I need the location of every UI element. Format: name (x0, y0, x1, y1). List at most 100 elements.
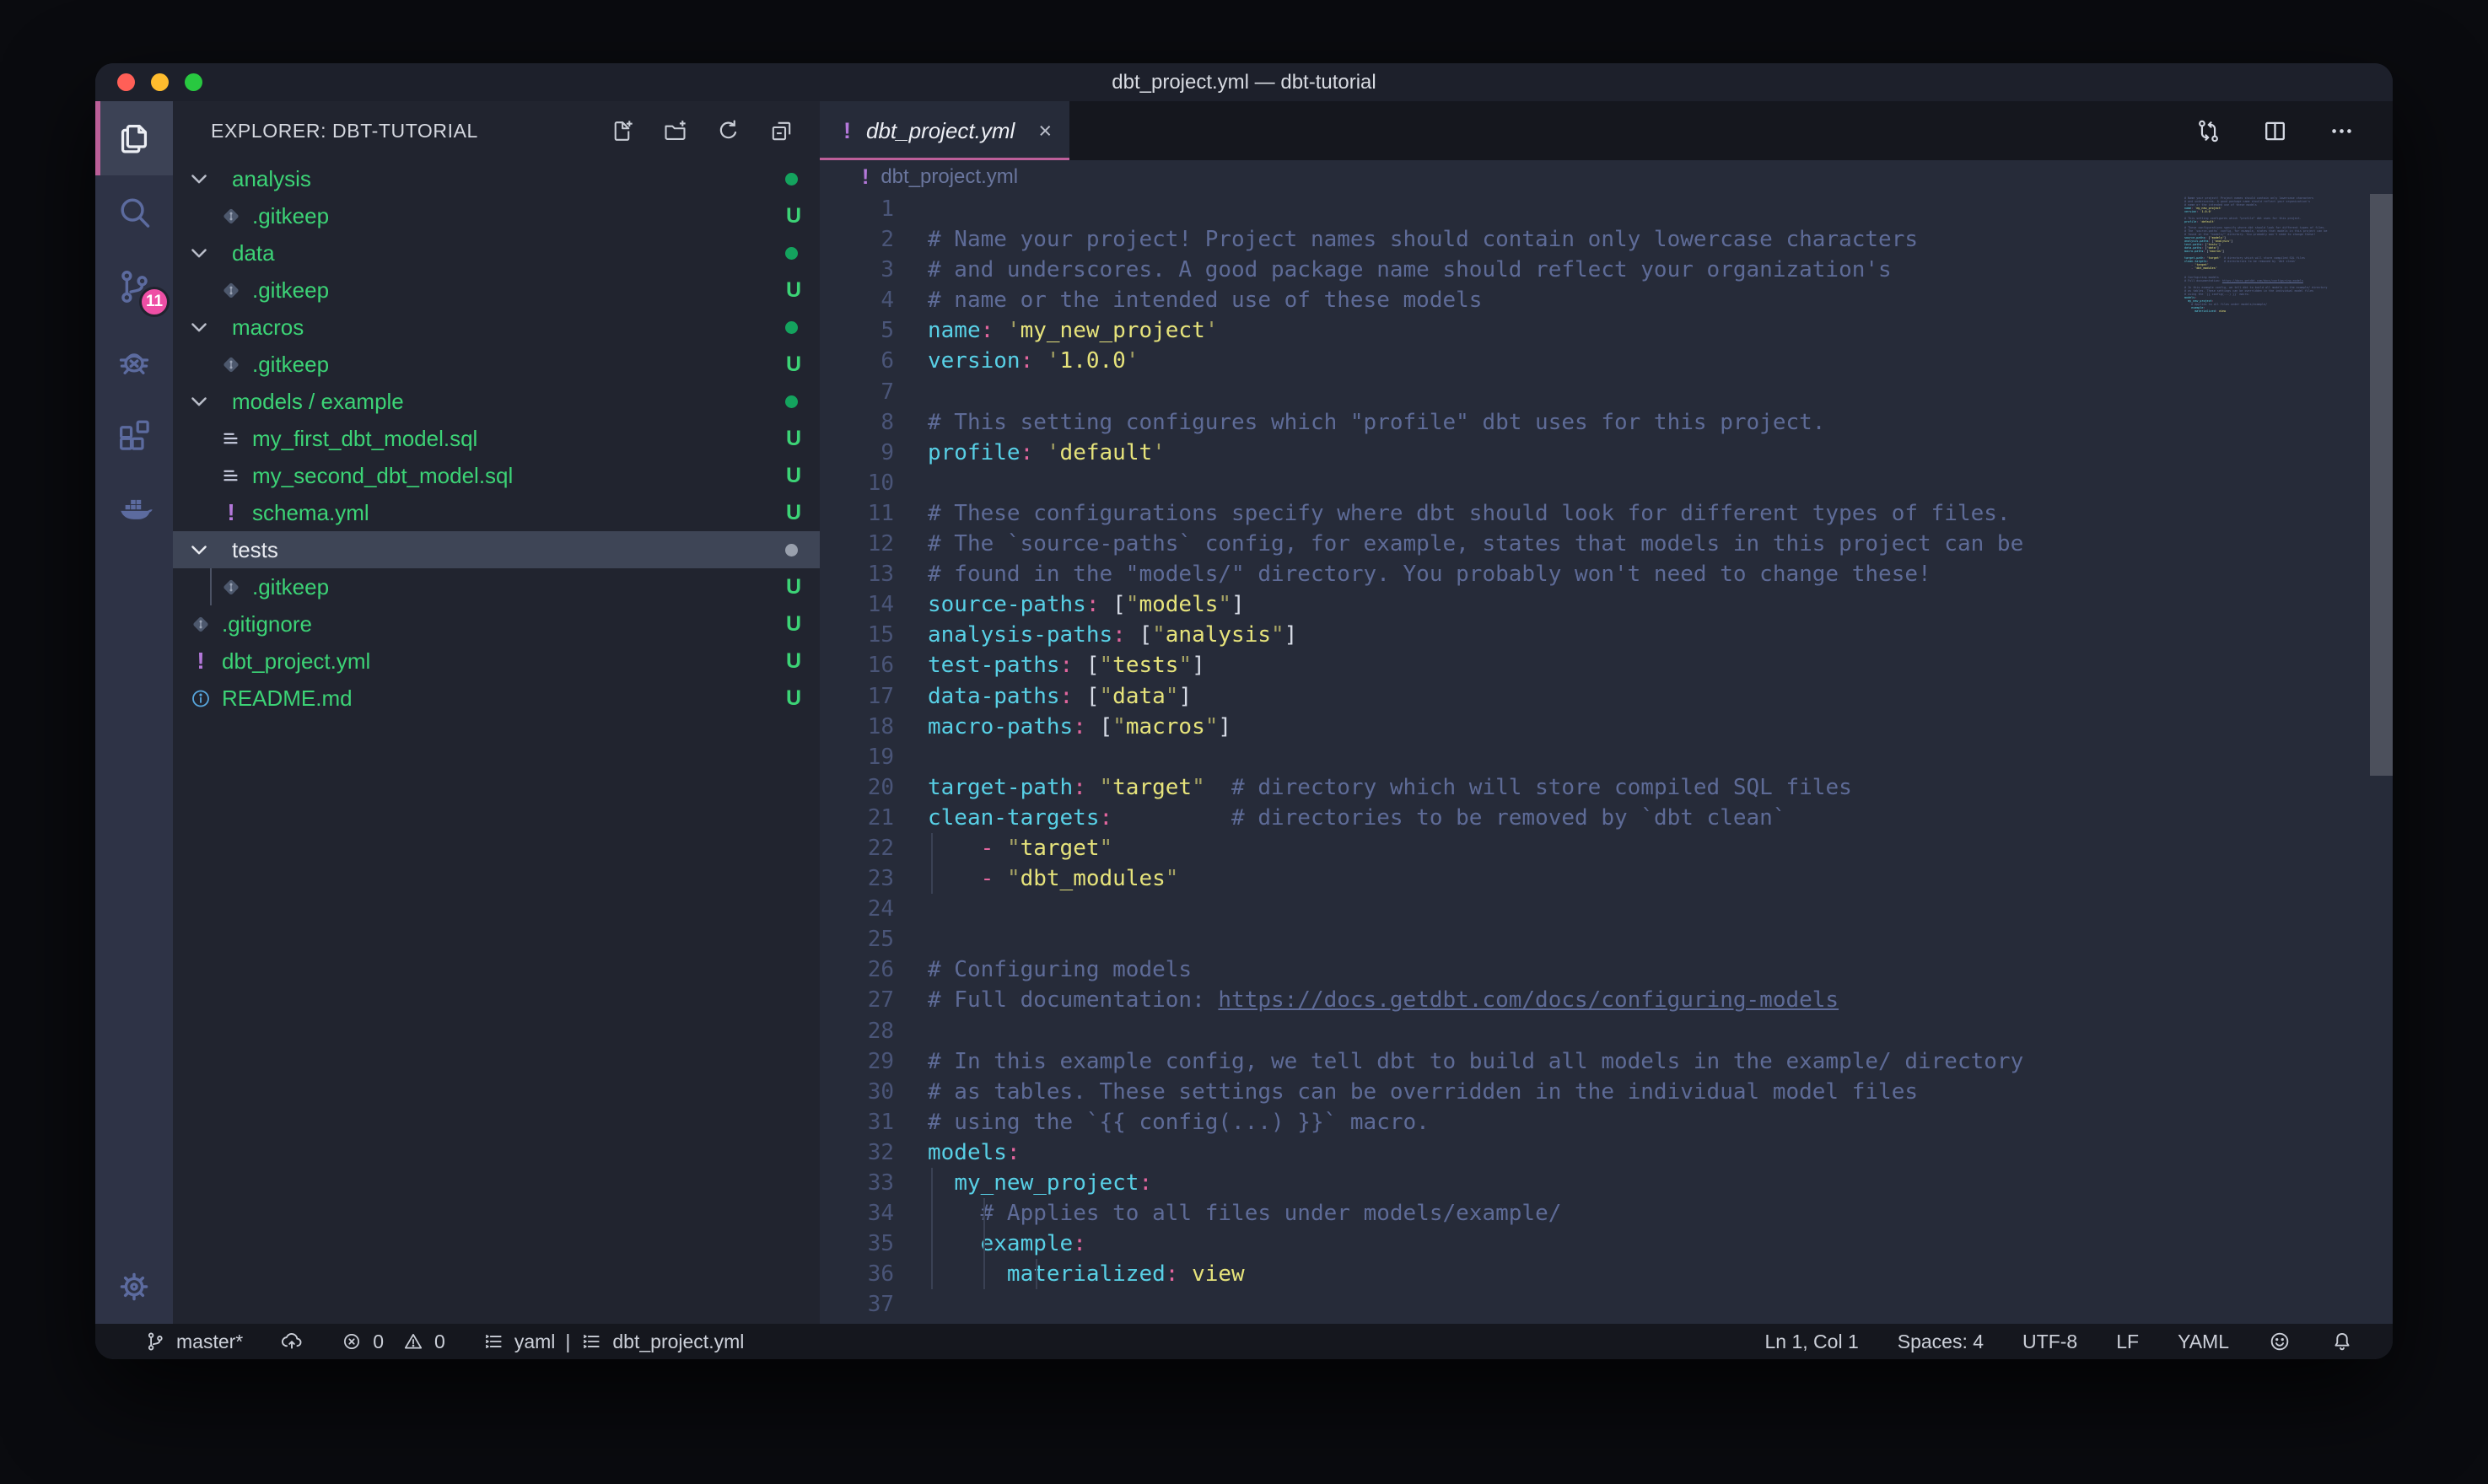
git-status-badge: U (786, 352, 801, 377)
language-mode-item[interactable]: YAML (2178, 1331, 2229, 1353)
doc-link[interactable]: https://docs.getdbt.com/docs/configuring… (1218, 987, 1839, 1013)
close-tab-icon[interactable]: × (1038, 118, 1052, 144)
minimap[interactable]: # Name your project! Project names shoul… (2184, 194, 2370, 317)
line-number: 13 (820, 559, 894, 589)
code-line-10[interactable]: 10 (820, 468, 2393, 498)
code-line-4[interactable]: 4# name or the intended use of these mod… (820, 285, 2393, 315)
scrollbar-thumb[interactable] (2370, 194, 2393, 776)
git-status-badge: U (786, 278, 801, 303)
tree-item-models-example[interactable]: models / example (173, 383, 820, 420)
feedback-smiley-icon[interactable] (2268, 1330, 2291, 1353)
code-line-20[interactable]: 20target-path: "target" # directory whic… (820, 772, 2393, 803)
code-line-19[interactable]: 19 (820, 742, 2393, 772)
tree-item-tests[interactable]: tests (173, 531, 820, 568)
code-line-35[interactable]: 35 example: (820, 1229, 2393, 1259)
line-number: 24 (820, 894, 894, 924)
tree-item-readme-md[interactable]: README.mdU (173, 680, 820, 717)
code-line-18[interactable]: 18macro-paths: ["macros"] (820, 712, 2393, 742)
breadcrumb[interactable]: ! dbt_project.yml (820, 160, 2393, 194)
new-folder-icon[interactable] (662, 118, 688, 144)
eol-item[interactable]: LF (2116, 1331, 2139, 1353)
code-line-25[interactable]: 25 (820, 924, 2393, 954)
refresh-icon[interactable] (715, 118, 741, 144)
tree-item-my-first-dbt-model-sql[interactable]: my_first_dbt_model.sqlU (173, 420, 820, 457)
tree-item-data[interactable]: data (173, 234, 820, 272)
code-line-16[interactable]: 16test-paths: ["tests"] (820, 650, 2393, 680)
tree-item-schema-yml[interactable]: !schema.ymlU (173, 494, 820, 531)
code-editor[interactable]: 12# Name your project! Project names sho… (820, 194, 2393, 1324)
tree-item-my-second-dbt-model-sql[interactable]: my_second_dbt_model.sqlU (173, 457, 820, 494)
activity-search-button[interactable] (95, 175, 173, 250)
code-line-3[interactable]: 3# and underscores. A good package name … (820, 255, 2393, 285)
search-icon (115, 193, 153, 232)
split-editor-icon[interactable] (2261, 117, 2289, 145)
sync-status-item[interactable] (280, 1330, 304, 1353)
activity-run-debug-button[interactable] (95, 324, 173, 398)
code-line-9[interactable]: 9profile: 'default' (820, 438, 2393, 468)
tree-item-dbt-project-yml[interactable]: !dbt_project.ymlU (173, 643, 820, 680)
tree-item-analysis[interactable]: analysis (173, 160, 820, 197)
new-file-icon[interactable] (609, 118, 635, 144)
activity-explorer-button[interactable] (95, 101, 173, 175)
code-line-33[interactable]: 33 my_new_project: (820, 1168, 2393, 1198)
warning-count: 0 (434, 1331, 445, 1353)
code-line-14[interactable]: 14source-paths: ["models"] (820, 589, 2393, 620)
minimize-window-button[interactable] (151, 73, 169, 91)
activity-source-control-button[interactable]: 11 (95, 250, 173, 324)
git-status-badge: U (786, 612, 801, 637)
tree-item--gitignore[interactable]: .gitignoreU (173, 605, 820, 643)
problems-status-item[interactable]: 0 0 (341, 1331, 445, 1353)
indentation-item[interactable]: Spaces: 4 (1898, 1331, 1984, 1353)
code-line-17[interactable]: 17data-paths: ["data"] (820, 681, 2393, 712)
code-line-7[interactable]: 7 (820, 377, 2393, 407)
code-line-12[interactable]: 12# The `source-paths` config, for examp… (820, 529, 2393, 559)
code-line-24[interactable]: 24 (820, 894, 2393, 924)
encoding-item[interactable]: UTF-8 (2022, 1331, 2077, 1353)
notifications-bell-icon[interactable] (2330, 1330, 2354, 1353)
cursor-position-item[interactable]: Ln 1, Col 1 (1765, 1331, 1859, 1353)
tree-item--gitkeep[interactable]: .gitkeepU (173, 346, 820, 383)
tree-item--gitkeep[interactable]: .gitkeepU (173, 272, 820, 309)
collapse-folders-icon[interactable] (768, 118, 794, 144)
code-line-13[interactable]: 13# found in the "models/" directory. Yo… (820, 559, 2393, 589)
tree-item--gitkeep[interactable]: .gitkeepU (173, 568, 820, 605)
dbt-status-item[interactable]: yaml | dbt_project.yml (482, 1331, 745, 1353)
code-line-15[interactable]: 15analysis-paths: ["analysis"] (820, 620, 2393, 650)
branch-status-item[interactable]: master* (144, 1331, 243, 1353)
activity-extensions-button[interactable] (95, 398, 173, 472)
code-line-27[interactable]: 27# Full documentation: https://docs.get… (820, 985, 2393, 1015)
zoom-window-button[interactable] (185, 73, 202, 91)
code-line-1[interactable]: 1 (820, 194, 2393, 224)
code-line-8[interactable]: 8# This setting configures which "profil… (820, 407, 2393, 438)
code-line-11[interactable]: 11# These configurations specify where d… (820, 498, 2393, 529)
code-line-6[interactable]: 6version: '1.0.0' (820, 346, 2393, 376)
code-line-31[interactable]: 31# using the `{{ config(...) }}` macro. (820, 1107, 2393, 1137)
code-line-5[interactable]: 5name: 'my_new_project' (820, 315, 2393, 346)
code-line-26[interactable]: 26# Configuring models (820, 954, 2393, 985)
code-line-2[interactable]: 2# Name your project! Project names shou… (820, 224, 2393, 255)
code-line-29[interactable]: 29# In this example config, we tell dbt … (820, 1046, 2393, 1077)
code-line-21[interactable]: 21clean-targets: # directories to be rem… (820, 803, 2393, 833)
indent-guide (931, 863, 933, 894)
tree-item-macros[interactable]: macros (173, 309, 820, 346)
code-line-30[interactable]: 30# as tables. These settings can be ove… (820, 1077, 2393, 1107)
activity-settings-button[interactable] (95, 1250, 173, 1324)
code-line-37[interactable]: 37 (820, 1289, 2393, 1320)
code-line-36[interactable]: 36 materialized: view (820, 1259, 2393, 1289)
code-line-22[interactable]: 22 - "target" (820, 833, 2393, 863)
indent-guide (983, 1229, 985, 1259)
close-window-button[interactable] (117, 73, 135, 91)
activity-docker-button[interactable] (95, 472, 173, 546)
git-status-badge: U (786, 501, 801, 525)
more-actions-icon[interactable] (2328, 117, 2356, 145)
code-line-34[interactable]: 34 # Applies to all files under models/e… (820, 1198, 2393, 1229)
code-line-28[interactable]: 28 (820, 1016, 2393, 1046)
code-line-32[interactable]: 32models: (820, 1137, 2393, 1168)
open-changes-icon[interactable] (2195, 117, 2222, 145)
code-line-23[interactable]: 23 - "dbt_modules" (820, 863, 2393, 894)
line-number: 23 (820, 863, 894, 894)
git-status-badge: U (786, 427, 801, 451)
tab-dbt-project-yml[interactable]: ! dbt_project.yml × (820, 101, 1069, 160)
tree-item--gitkeep[interactable]: .gitkeepU (173, 197, 820, 234)
git-status-badge: U (786, 204, 801, 229)
